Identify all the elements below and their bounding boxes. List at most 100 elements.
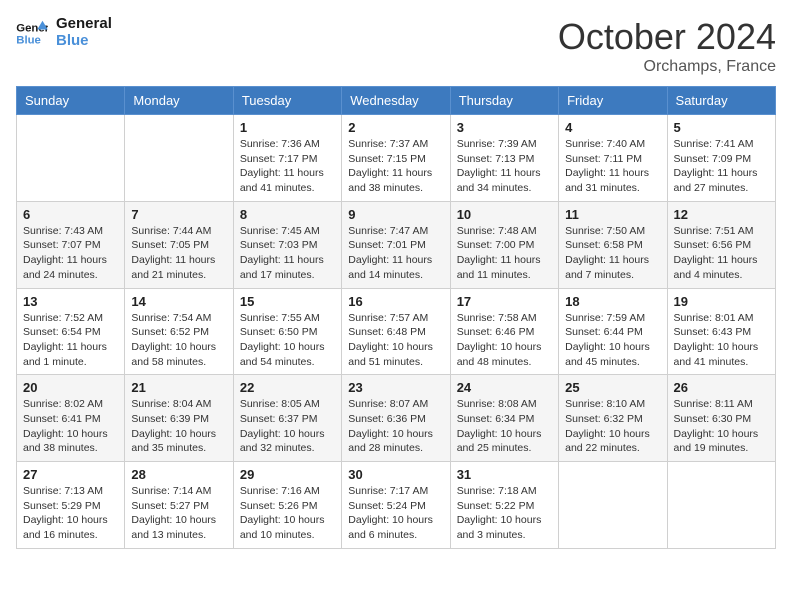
- calendar-cell: [125, 115, 233, 202]
- day-number: 23: [348, 380, 443, 395]
- day-number: 29: [240, 467, 335, 482]
- day-number: 18: [565, 294, 660, 309]
- calendar-cell: 21 Sunrise: 8:04 AM Sunset: 6:39 PM Dayli…: [125, 375, 233, 462]
- day-info: Sunrise: 7:14 AM Sunset: 5:27 PM Dayligh…: [131, 484, 226, 543]
- week-row-2: 6 Sunrise: 7:43 AM Sunset: 7:07 PM Daylig…: [17, 201, 776, 288]
- day-info: Sunrise: 7:18 AM Sunset: 5:22 PM Dayligh…: [457, 484, 552, 543]
- weekday-header-sunday: Sunday: [17, 87, 125, 115]
- calendar-cell: 2Sunrise: 7:37 AM Sunset: 7:15 PM Daylig…: [342, 115, 450, 202]
- day-number: 8: [240, 207, 335, 222]
- day-number: 13: [23, 294, 118, 309]
- day-info: Sunrise: 7:13 AM Sunset: 5:29 PM Dayligh…: [23, 484, 118, 543]
- day-number: 26: [674, 380, 769, 395]
- day-info: Sunrise: 7:55 AM Sunset: 6:50 PM Dayligh…: [240, 311, 335, 370]
- day-info: Sunrise: 8:01 AM Sunset: 6:43 PM Dayligh…: [674, 311, 769, 370]
- calendar-cell: 7 Sunrise: 7:44 AM Sunset: 7:05 PM Daylig…: [125, 201, 233, 288]
- day-info: Sunrise: 7:51 AM Sunset: 6:56 PM Dayligh…: [674, 224, 769, 283]
- day-number: 1: [240, 120, 335, 135]
- calendar-cell: 25 Sunrise: 8:10 AM Sunset: 6:32 PM Dayli…: [559, 375, 667, 462]
- day-number: 15: [240, 294, 335, 309]
- calendar-cell: 26 Sunrise: 8:11 AM Sunset: 6:30 PM Dayli…: [667, 375, 775, 462]
- day-number: 7: [131, 207, 226, 222]
- day-number: 5: [674, 120, 769, 135]
- week-row-4: 20Sunrise: 8:02 AM Sunset: 6:41 PM Dayli…: [17, 375, 776, 462]
- calendar-cell: 12 Sunrise: 7:51 AM Sunset: 6:56 PM Dayli…: [667, 201, 775, 288]
- day-info: Sunrise: 8:07 AM Sunset: 6:36 PM Dayligh…: [348, 397, 443, 456]
- month-title: October 2024: [558, 16, 776, 58]
- location-title: Orchamps, France: [558, 58, 776, 76]
- logo-text-general: General: [56, 16, 112, 33]
- day-info: Sunrise: 8:08 AM Sunset: 6:34 PM Dayligh…: [457, 397, 552, 456]
- header: General Blue General Blue October 2024 O…: [16, 16, 776, 76]
- day-info: Sunrise: 7:37 AM Sunset: 7:15 PM Dayligh…: [348, 137, 443, 196]
- weekday-header-tuesday: Tuesday: [233, 87, 341, 115]
- calendar-cell: 30 Sunrise: 7:17 AM Sunset: 5:24 PM Dayli…: [342, 462, 450, 549]
- day-number: 12: [674, 207, 769, 222]
- day-number: 3: [457, 120, 552, 135]
- calendar-cell: 1 Sunrise: 7:36 AM Sunset: 7:17 PM Daylig…: [233, 115, 341, 202]
- calendar-cell: 16 Sunrise: 7:57 AM Sunset: 6:48 PM Dayli…: [342, 288, 450, 375]
- day-info: Sunrise: 7:17 AM Sunset: 5:24 PM Dayligh…: [348, 484, 443, 543]
- calendar-cell: 22 Sunrise: 8:05 AM Sunset: 6:37 PM Dayli…: [233, 375, 341, 462]
- calendar-cell: 11 Sunrise: 7:50 AM Sunset: 6:58 PM Dayli…: [559, 201, 667, 288]
- day-info: Sunrise: 7:41 AM Sunset: 7:09 PM Dayligh…: [674, 137, 769, 196]
- day-info: Sunrise: 8:11 AM Sunset: 6:30 PM Dayligh…: [674, 397, 769, 456]
- day-info: Sunrise: 7:58 AM Sunset: 6:46 PM Dayligh…: [457, 311, 552, 370]
- logo: General Blue General Blue: [16, 16, 112, 49]
- day-info: Sunrise: 7:44 AM Sunset: 7:05 PM Dayligh…: [131, 224, 226, 283]
- weekday-header-wednesday: Wednesday: [342, 87, 450, 115]
- day-info: Sunrise: 7:39 AM Sunset: 7:13 PM Dayligh…: [457, 137, 552, 196]
- day-info: Sunrise: 7:43 AM Sunset: 7:07 PM Dayligh…: [23, 224, 118, 283]
- calendar-cell: 14 Sunrise: 7:54 AM Sunset: 6:52 PM Dayli…: [125, 288, 233, 375]
- calendar-cell: 13Sunrise: 7:52 AM Sunset: 6:54 PM Dayli…: [17, 288, 125, 375]
- calendar-cell: 20Sunrise: 8:02 AM Sunset: 6:41 PM Dayli…: [17, 375, 125, 462]
- calendar-cell: 4Sunrise: 7:40 AM Sunset: 7:11 PM Daylig…: [559, 115, 667, 202]
- day-info: Sunrise: 8:10 AM Sunset: 6:32 PM Dayligh…: [565, 397, 660, 456]
- day-number: 19: [674, 294, 769, 309]
- calendar-cell: 9Sunrise: 7:47 AM Sunset: 7:01 PM Daylig…: [342, 201, 450, 288]
- day-info: Sunrise: 7:47 AM Sunset: 7:01 PM Dayligh…: [348, 224, 443, 283]
- day-number: 6: [23, 207, 118, 222]
- weekday-header-thursday: Thursday: [450, 87, 558, 115]
- day-info: Sunrise: 7:50 AM Sunset: 6:58 PM Dayligh…: [565, 224, 660, 283]
- day-info: Sunrise: 7:48 AM Sunset: 7:00 PM Dayligh…: [457, 224, 552, 283]
- calendar-cell: [559, 462, 667, 549]
- calendar-cell: 8Sunrise: 7:45 AM Sunset: 7:03 PM Daylig…: [233, 201, 341, 288]
- day-info: Sunrise: 7:59 AM Sunset: 6:44 PM Dayligh…: [565, 311, 660, 370]
- calendar-cell: 17Sunrise: 7:58 AM Sunset: 6:46 PM Dayli…: [450, 288, 558, 375]
- day-info: Sunrise: 7:57 AM Sunset: 6:48 PM Dayligh…: [348, 311, 443, 370]
- day-info: Sunrise: 7:54 AM Sunset: 6:52 PM Dayligh…: [131, 311, 226, 370]
- calendar-cell: 27 Sunrise: 7:13 AM Sunset: 5:29 PM Dayli…: [17, 462, 125, 549]
- day-info: Sunrise: 7:36 AM Sunset: 7:17 PM Dayligh…: [240, 137, 335, 196]
- day-number: 30: [348, 467, 443, 482]
- day-info: Sunrise: 8:05 AM Sunset: 6:37 PM Dayligh…: [240, 397, 335, 456]
- calendar-cell: [17, 115, 125, 202]
- day-number: 20: [23, 380, 118, 395]
- day-info: Sunrise: 7:16 AM Sunset: 5:26 PM Dayligh…: [240, 484, 335, 543]
- day-number: 16: [348, 294, 443, 309]
- calendar-cell: 5 Sunrise: 7:41 AM Sunset: 7:09 PM Daylig…: [667, 115, 775, 202]
- day-number: 25: [565, 380, 660, 395]
- weekday-header-friday: Friday: [559, 87, 667, 115]
- day-number: 24: [457, 380, 552, 395]
- weekday-header-monday: Monday: [125, 87, 233, 115]
- day-number: 22: [240, 380, 335, 395]
- day-number: 4: [565, 120, 660, 135]
- calendar-cell: 6 Sunrise: 7:43 AM Sunset: 7:07 PM Daylig…: [17, 201, 125, 288]
- title-area: October 2024 Orchamps, France: [558, 16, 776, 76]
- calendar-cell: 23 Sunrise: 8:07 AM Sunset: 6:36 PM Dayli…: [342, 375, 450, 462]
- calendar-cell: 10Sunrise: 7:48 AM Sunset: 7:00 PM Dayli…: [450, 201, 558, 288]
- calendar-cell: 31Sunrise: 7:18 AM Sunset: 5:22 PM Dayli…: [450, 462, 558, 549]
- day-number: 28: [131, 467, 226, 482]
- day-number: 27: [23, 467, 118, 482]
- day-number: 14: [131, 294, 226, 309]
- calendar-cell: 3 Sunrise: 7:39 AM Sunset: 7:13 PM Daylig…: [450, 115, 558, 202]
- day-number: 21: [131, 380, 226, 395]
- calendar-cell: 15 Sunrise: 7:55 AM Sunset: 6:50 PM Dayli…: [233, 288, 341, 375]
- day-number: 11: [565, 207, 660, 222]
- calendar-cell: 28 Sunrise: 7:14 AM Sunset: 5:27 PM Dayli…: [125, 462, 233, 549]
- calendar-cell: 18 Sunrise: 7:59 AM Sunset: 6:44 PM Dayli…: [559, 288, 667, 375]
- day-info: Sunrise: 8:04 AM Sunset: 6:39 PM Dayligh…: [131, 397, 226, 456]
- calendar: SundayMondayTuesdayWednesdayThursdayFrid…: [16, 86, 776, 549]
- weekday-header-saturday: Saturday: [667, 87, 775, 115]
